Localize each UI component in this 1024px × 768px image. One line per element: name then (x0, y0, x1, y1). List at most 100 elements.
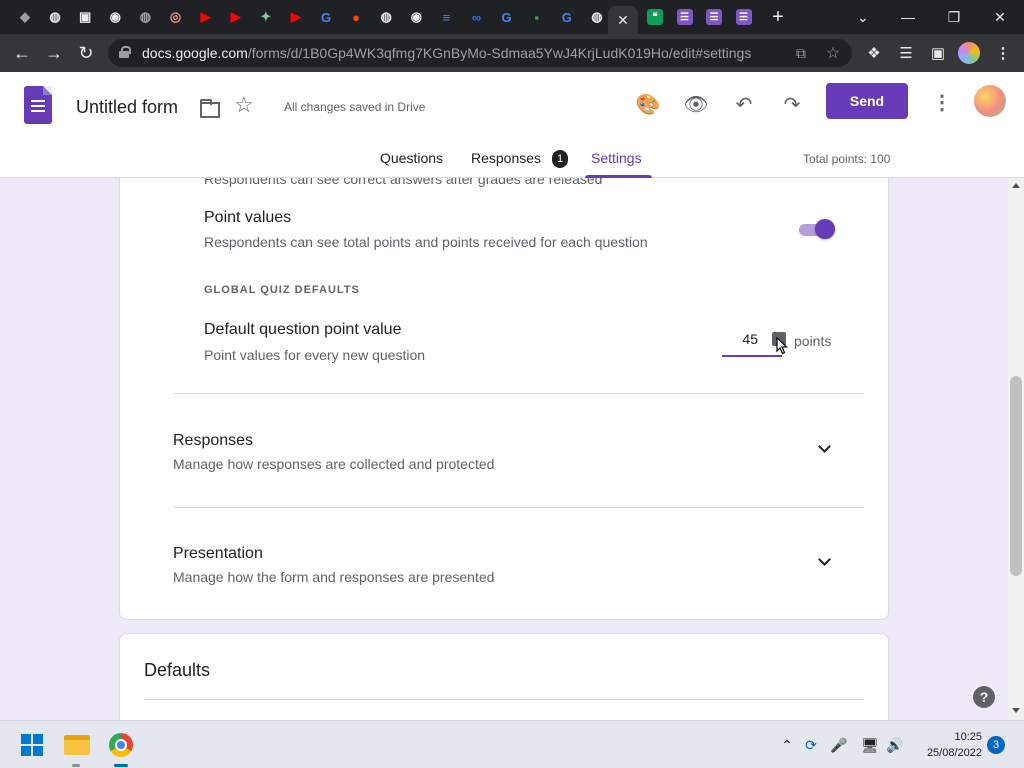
responses-count-badge: 1 (552, 150, 568, 168)
browser-menu-icon[interactable]: ⋮ (990, 40, 1016, 66)
palette-icon[interactable]: 🎨 (634, 90, 662, 118)
send-button[interactable]: Send (826, 83, 908, 119)
scroll-up-icon[interactable] (1012, 183, 1020, 188)
chevron-down-icon[interactable] (817, 554, 833, 570)
browser-tab[interactable]: ▣ (72, 6, 98, 28)
redo-icon[interactable]: ↷ (778, 90, 806, 118)
browser-tab[interactable]: ∞ (464, 6, 490, 28)
point-values-description: Respondents can see total points and poi… (204, 234, 648, 250)
star-icon[interactable]: ☆ (234, 94, 254, 116)
browser-tab[interactable]: ◆ (12, 6, 38, 28)
chrome-icon: ◉ (109, 9, 121, 24)
browser-tab-active[interactable]: ✕ (608, 6, 638, 34)
browser-tab[interactable]: ◍ (42, 6, 68, 28)
total-points: Total points: 100 (803, 152, 891, 166)
chevron-down-icon[interactable] (817, 441, 833, 457)
profile-avatar[interactable] (958, 42, 980, 64)
more-options-icon[interactable]: ⋮ (930, 90, 954, 114)
browser-tab[interactable]: G (554, 6, 580, 28)
help-icon[interactable]: ? (973, 686, 995, 708)
notification-badge[interactable]: 3 (987, 736, 1005, 754)
reddit-icon: ● (352, 9, 361, 25)
active-indicator (114, 764, 128, 767)
close-window-icon[interactable]: ✕ (980, 4, 1020, 30)
new-tab-button[interactable]: + (767, 6, 789, 28)
browser-tab[interactable]: ▶ (193, 6, 219, 28)
account-avatar[interactable] (974, 85, 1006, 117)
url-path: /forms/d/1B0Gp4WK3qfmg7KGnByMo-Sdmaa5YwJ… (247, 45, 752, 61)
extensions-icon[interactable]: ❖ (861, 40, 887, 66)
google-icon: G (561, 9, 572, 25)
responses-section-title[interactable]: Responses (173, 432, 253, 450)
browser-tab[interactable]: ☰ (701, 6, 727, 28)
browser-tab[interactable]: ◉ (102, 6, 128, 28)
chrome-taskbar-icon[interactable] (109, 733, 133, 757)
restore-icon[interactable]: ❐ (934, 4, 974, 30)
reload-icon[interactable]: ↻ (73, 40, 99, 66)
browser-tab[interactable]: ▶ (283, 6, 309, 28)
forms-logo-icon[interactable] (24, 86, 52, 124)
running-indicator (72, 764, 80, 767)
taskbar-clock[interactable]: 10:25 25/08/2022 (912, 729, 982, 761)
browser-tab[interactable]: G (494, 6, 520, 28)
save-status: All changes saved in Drive (284, 100, 426, 114)
default-points-title: Default question point value (204, 321, 402, 338)
network-icon[interactable]: 🖥 (860, 735, 880, 755)
point-values-title: Point values (204, 209, 292, 226)
google-icon: G (320, 9, 332, 25)
browser-tab[interactable]: ☰ (731, 6, 757, 28)
microphone-icon[interactable]: 🎤 (829, 735, 849, 755)
minimize-icon[interactable]: — (888, 4, 928, 30)
browser-tab[interactable]: ◎ (163, 6, 189, 28)
tab-responses[interactable]: Responses (471, 150, 541, 178)
browser-tab[interactable]: ☰ (672, 6, 698, 28)
points-unit-label: points (794, 333, 832, 349)
forward-icon[interactable]: → (41, 40, 67, 66)
browser-tab[interactable]: ◉ (403, 6, 429, 28)
browser-tab[interactable]: ▶ (223, 6, 249, 28)
browser-tab[interactable]: ✦ (253, 6, 279, 28)
move-to-folder-icon[interactable] (199, 98, 221, 118)
defaults-title: Defaults (144, 660, 211, 680)
browser-tab-strip: ◆ ◍ ▣ ◉ ◍ ◎ ▶ ▶ ✦ ▶ G ● ◍ ◉ ≡ ∞ G ▪ G ◍ ✕ ❝ ☰ ☰ ☰ + ⌄ — ❐ ✕ (0, 0, 1024, 34)
chrome-icon: ◉ (410, 9, 422, 24)
scroll-thumb[interactable] (1010, 376, 1022, 576)
form-title[interactable]: Untitled form (76, 97, 178, 118)
browser-tab[interactable]: ◍ (373, 6, 399, 28)
bookmark-star-icon[interactable]: ☆ (823, 43, 843, 63)
browser-tab[interactable]: ❝ (642, 6, 668, 28)
media-controls-icon[interactable]: ☰ (893, 40, 919, 66)
share-icon[interactable]: ⧉ (791, 43, 811, 63)
windows-start-icon[interactable] (21, 734, 43, 756)
forms-header: Untitled form ☆ All changes saved in Dri… (0, 72, 1024, 178)
side-panel-icon[interactable]: ▣ (925, 40, 951, 66)
divider (173, 393, 864, 394)
scroll-down-icon[interactable] (1012, 708, 1020, 713)
point-values-toggle[interactable] (797, 219, 835, 239)
file-explorer-icon[interactable] (64, 735, 90, 755)
sync-icon[interactable]: ⟳ (801, 735, 821, 755)
release-answers-description: Respondents can see correct answers afte… (204, 178, 603, 187)
presentation-section-title[interactable]: Presentation (173, 545, 263, 563)
tab-settings[interactable]: Settings (585, 150, 652, 178)
bookmark-app-icon: ▣ (79, 9, 92, 24)
page-scrollbar[interactable] (1008, 178, 1024, 720)
browser-tab[interactable]: ● (343, 6, 369, 28)
tab-questions[interactable]: Questions (380, 150, 443, 178)
browser-tab[interactable]: ▪ (524, 6, 550, 28)
browser-tab[interactable]: ◍ (584, 6, 610, 28)
browser-tab[interactable]: ≡ (433, 6, 459, 28)
close-tab-icon[interactable]: ✕ (617, 12, 629, 29)
address-bar[interactable]: docs.google.com/forms/d/1B0Gp4WK3qfmg7KG… (108, 39, 852, 67)
back-icon[interactable]: ← (9, 40, 35, 66)
browser-tab[interactable]: G (313, 6, 339, 28)
default-points-input[interactable] (722, 327, 758, 351)
tray-chevron-up-icon[interactable]: ⌃ (777, 735, 797, 755)
preview-eye-icon[interactable]: 👁 (682, 90, 710, 118)
volume-icon[interactable]: 🔊 (885, 735, 905, 755)
browser-tab[interactable]: ◍ (132, 6, 158, 28)
divider (173, 507, 864, 508)
tab-search-icon[interactable]: ⌄ (843, 4, 883, 30)
default-points-field[interactable] (722, 327, 786, 357)
undo-icon[interactable]: ↶ (730, 90, 758, 118)
